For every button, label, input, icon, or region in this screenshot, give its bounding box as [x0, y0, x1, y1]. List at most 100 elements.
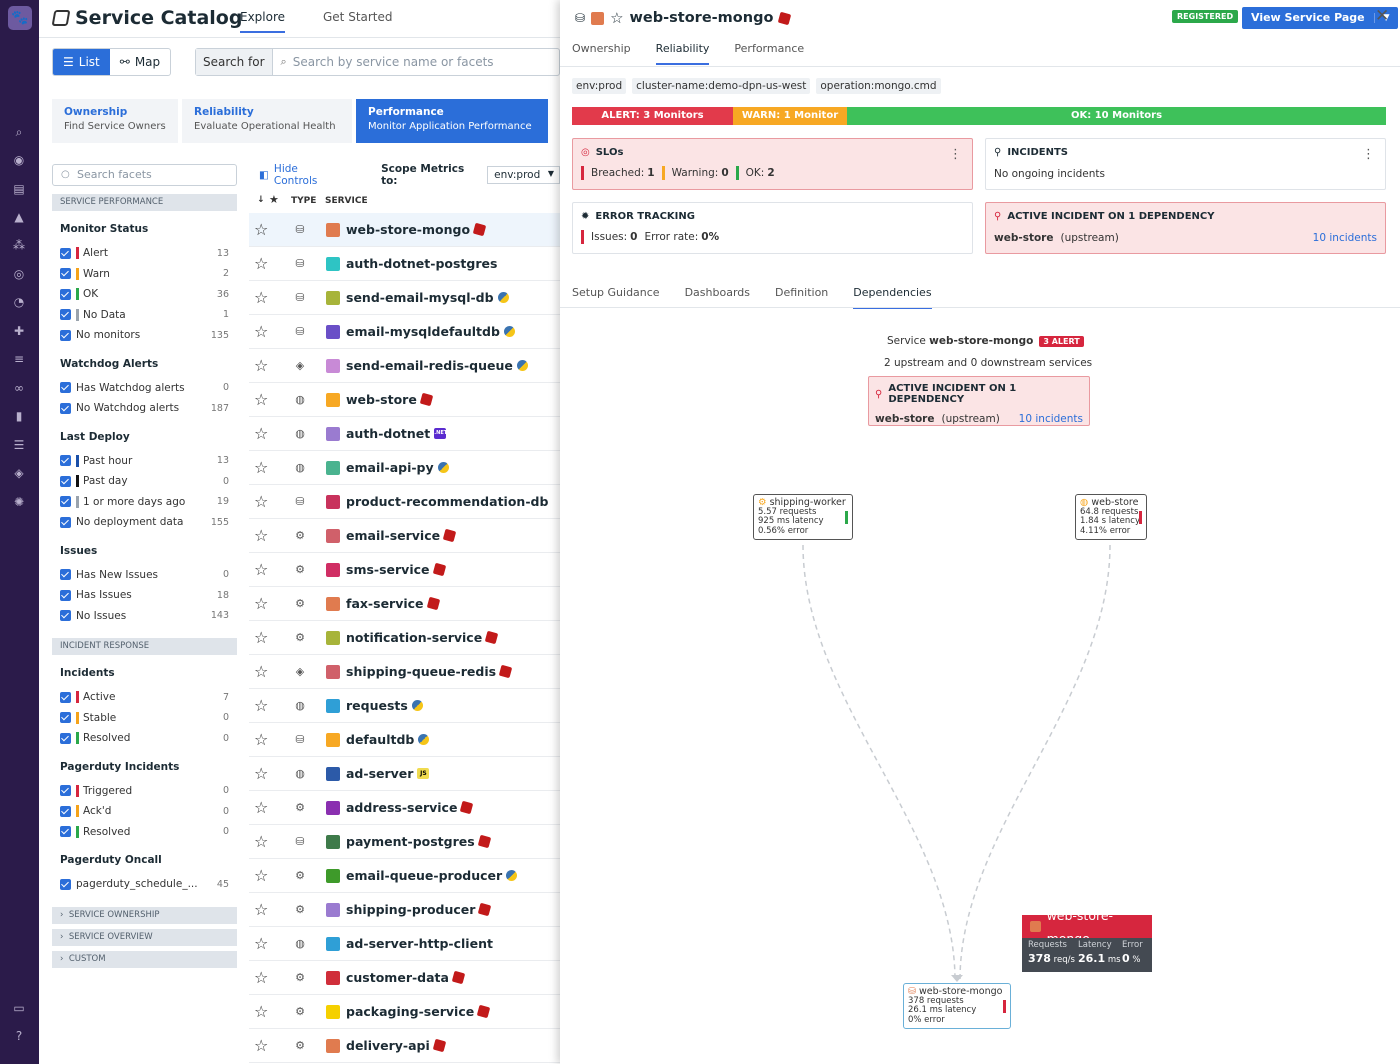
favorite-star-icon[interactable]: ☆ [254, 825, 268, 859]
service-name[interactable]: shipping-producer [346, 902, 492, 917]
map-view-button[interactable]: ⚯ Map [110, 49, 170, 75]
table-row[interactable]: ☆ ⚙ address-service [249, 791, 560, 825]
service-name[interactable]: address-service [346, 800, 474, 815]
section-incident-response[interactable]: Incident Response [52, 638, 237, 655]
service-name[interactable]: customer-data [346, 970, 466, 985]
favorite-star-icon[interactable]: ☆ [254, 689, 268, 723]
facet-checkbox[interactable] [60, 247, 71, 259]
facet-group-title[interactable]: Incidents [60, 667, 237, 679]
table-row[interactable]: ☆ ◈ send-email-redis-queue [249, 349, 560, 383]
facet-group-title[interactable]: Pagerduty Incidents [60, 761, 237, 773]
help-icon[interactable]: ? [11, 1029, 27, 1043]
favorite-star-icon[interactable]: ☆ [254, 859, 268, 893]
favorite-star-icon[interactable]: ☆ [254, 451, 268, 485]
table-row[interactable]: ☆ ⛁ auth-dotnet-postgres [249, 247, 560, 281]
service-name[interactable]: email-api-py [346, 460, 449, 475]
col-service[interactable]: SERVICE [325, 196, 368, 206]
datadog-logo-icon[interactable]: 🐾 [8, 6, 32, 30]
favorite-star-icon[interactable]: ☆ [254, 247, 268, 281]
section-service-performance[interactable]: Service Performance [52, 194, 237, 211]
metrics-icon[interactable]: ▲ [11, 210, 27, 224]
collapsed-section[interactable]: › Service Overview [52, 928, 237, 946]
card-ownership[interactable]: Ownership Find Service Owners [52, 99, 178, 143]
tab-explore[interactable]: Explore [240, 10, 286, 33]
scope-select[interactable]: env:prod ▼ [487, 166, 561, 184]
search-icon[interactable]: ⌕ [11, 125, 27, 139]
table-row[interactable]: ☆ ⛁ send-email-mysql-db [249, 281, 560, 315]
favorite-star-icon[interactable]: ☆ [254, 927, 268, 961]
facet-option[interactable]: Ack'd 0 [52, 801, 237, 822]
table-row[interactable]: ☆ ⚙ email-queue-producer [249, 859, 560, 893]
binoculars-icon[interactable]: ◉ [11, 153, 27, 167]
table-row[interactable]: ☆ ⚙ sms-service [249, 553, 560, 587]
table-row[interactable]: ☆ ◍ ad-server-http-client [249, 927, 560, 961]
table-row[interactable]: ☆ ⛁ payment-postgres [249, 825, 560, 859]
card-performance[interactable]: Performance Monitor Application Performan… [356, 99, 548, 143]
facet-group-title[interactable]: Watchdog Alerts [60, 358, 237, 370]
favorite-star-icon[interactable]: ☆ [254, 519, 268, 553]
table-row[interactable]: ☆ ⛁ email-mysqldefaultdb [249, 315, 560, 349]
facet-option[interactable]: Has Watchdog alerts 0 [52, 378, 237, 399]
service-name[interactable]: send-email-redis-queue [346, 358, 528, 373]
service-name[interactable]: fax-service [346, 596, 440, 611]
facet-checkbox[interactable] [60, 455, 71, 467]
facet-option[interactable]: OK 36 [52, 284, 237, 305]
facet-option[interactable]: Stable 0 [52, 708, 237, 729]
facet-option[interactable]: Triggered 0 [52, 781, 237, 802]
collapsed-section[interactable]: › Custom [52, 950, 237, 968]
table-row[interactable]: ☆ ⚙ packaging-service [249, 995, 560, 1029]
facet-checkbox[interactable] [60, 785, 71, 797]
favorite-star-icon[interactable]: ☆ [254, 757, 268, 791]
favorite-star-icon[interactable]: ☆ [254, 213, 268, 247]
table-row[interactable]: ☆ ⛁ web-store-mongo [249, 213, 560, 247]
list-view-button[interactable]: ☰ List [53, 49, 110, 75]
puzzle-icon[interactable]: ✚ [11, 324, 27, 338]
table-row[interactable]: ☆ ⚙ email-service [249, 519, 560, 553]
facet-search-input[interactable]: Search facets [52, 164, 237, 186]
dashboards-icon[interactable]: ▤ [11, 182, 27, 196]
notebook-icon[interactable]: ▮ [11, 409, 27, 423]
graph-node-web-store[interactable]: ◍ web-store 64.8 requests 1.84 s latency… [1075, 494, 1147, 540]
facet-group-title[interactable]: Issues [60, 545, 237, 557]
facet-checkbox[interactable] [60, 329, 71, 341]
service-name[interactable]: packaging-service [346, 1004, 491, 1019]
service-name[interactable]: payment-postgres [346, 834, 491, 849]
table-row[interactable]: ☆ ◍ requests [249, 689, 560, 723]
facet-checkbox[interactable] [60, 288, 71, 300]
facet-checkbox[interactable] [60, 610, 71, 622]
facet-option[interactable]: Has New Issues 0 [52, 565, 237, 586]
tab-get-started[interactable]: Get Started [323, 10, 393, 24]
service-name[interactable]: auth-dotnet .NET [346, 426, 447, 441]
service-name[interactable]: notification-service [346, 630, 499, 645]
facet-option[interactable]: Active 7 [52, 687, 237, 708]
security-icon[interactable]: ◈ [11, 466, 27, 480]
favorite-star-icon[interactable]: ☆ [254, 485, 268, 519]
synthetics-icon[interactable]: ☰ [11, 438, 27, 452]
service-name[interactable]: email-mysqldefaultdb [346, 324, 515, 339]
service-name[interactable]: defaultdb [346, 732, 430, 747]
facet-option[interactable]: Alert 13 [52, 243, 237, 264]
facet-checkbox[interactable] [60, 826, 71, 838]
table-row[interactable]: ☆ ⚙ fax-service [249, 587, 560, 621]
facet-option[interactable]: Resolved 0 [52, 728, 237, 749]
card-reliability[interactable]: Reliability Evaluate Operational Health [182, 99, 352, 143]
integrations-icon[interactable]: ⁂ [11, 238, 27, 252]
facet-checkbox[interactable] [60, 569, 71, 581]
service-name[interactable]: send-email-mysql-db [346, 290, 509, 305]
col-type[interactable]: TYPE [291, 196, 316, 206]
service-name[interactable]: web-store-mongo [346, 222, 487, 237]
facet-checkbox[interactable] [60, 309, 71, 321]
watchdog-icon[interactable]: ◔ [11, 295, 27, 309]
facet-group-title[interactable]: Monitor Status [60, 223, 237, 235]
facet-checkbox[interactable] [60, 402, 71, 414]
facet-checkbox[interactable] [60, 268, 71, 280]
collapsed-section[interactable]: › Service Ownership [52, 906, 237, 924]
favorite-star-icon[interactable]: ☆ [254, 1029, 268, 1063]
facet-checkbox[interactable] [60, 691, 71, 703]
graph-node-shipping-worker[interactable]: ⚙ shipping-worker 5.57 requests 925 ms l… [753, 494, 853, 540]
facet-option[interactable]: Past hour 13 [52, 451, 237, 472]
sort-icon[interactable]: ↓ [257, 195, 265, 205]
service-name[interactable]: ad-server JS [346, 766, 430, 781]
graph-node-web-store-mongo[interactable]: ⛁ web-store-mongo 378 requests 26.1 ms l… [903, 983, 1011, 1029]
apm-icon[interactable]: ∞ [11, 381, 27, 395]
